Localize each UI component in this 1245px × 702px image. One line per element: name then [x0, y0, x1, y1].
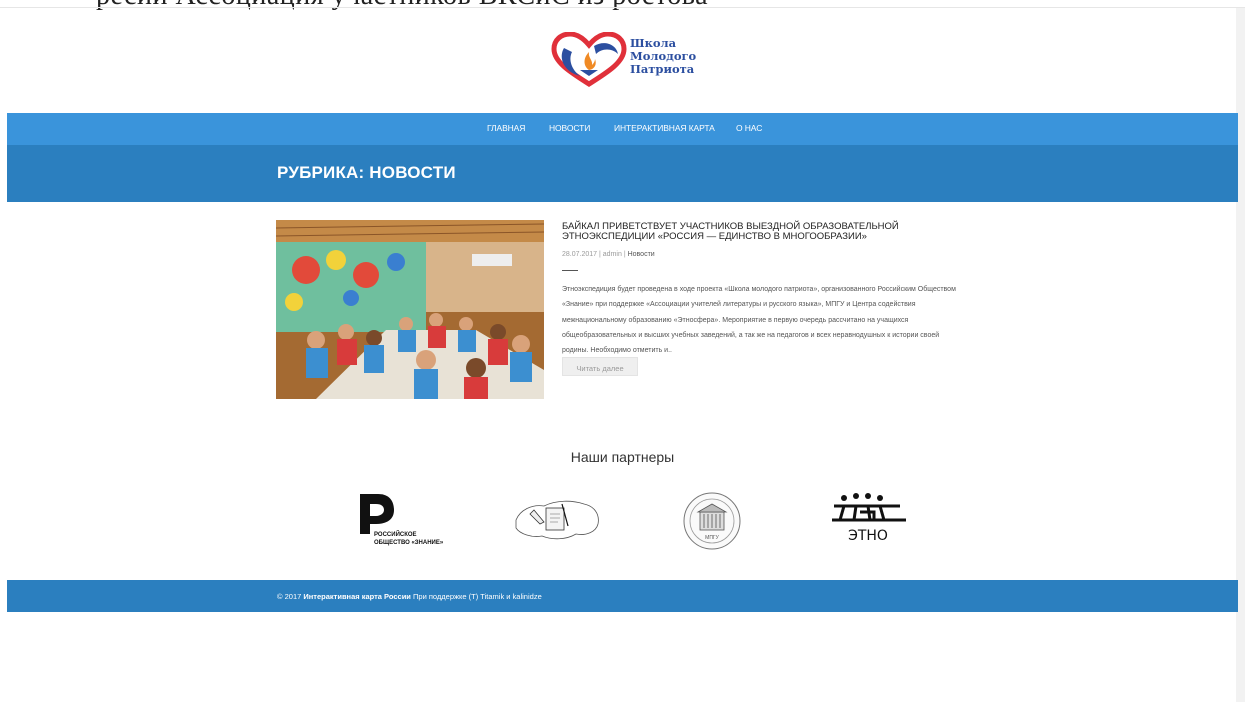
top-divider	[0, 7, 1245, 8]
main-navigation: ГЛАВНАЯ НОВОСТИ ИНТЕРАКТИВНАЯ КАРТА О НА…	[7, 113, 1238, 145]
site-footer: © 2017 Интерактивная карта России При по…	[7, 580, 1238, 612]
etno-logo-icon: ЭТНО	[832, 493, 906, 544]
etno-caption: ЭТНО	[848, 528, 888, 544]
partner-mpgu-logo[interactable]: МПГУ	[680, 490, 744, 552]
footer-support[interactable]: При поддержке (Т) Titamik и kalinidze	[413, 592, 542, 601]
post-excerpt: Этноэкспедиция будет проведена в ходе пр…	[562, 286, 956, 355]
footer-copyright: © 2017	[277, 592, 302, 601]
post-date[interactable]: 28.07.2017	[562, 251, 597, 258]
post-photo	[276, 220, 544, 399]
partner-znanie-logo[interactable]: РОССИЙСКОЕ ОБЩЕСТВО «ЗНАНИЕ»	[356, 490, 456, 552]
post-thumbnail[interactable]	[276, 220, 544, 399]
nav-item-interactive-map[interactable]: ИНТЕРАКТИВНАЯ КАРТА	[614, 123, 715, 133]
post-divider	[562, 270, 578, 271]
page-title: РУБРИКА: НОВОСТИ	[277, 163, 456, 182]
russia-map-book-icon	[515, 500, 599, 540]
znanie-caption-2: ОБЩЕСТВО «ЗНАНИЕ»	[374, 540, 444, 546]
footer-site-link[interactable]: Интерактивная карта России	[303, 592, 411, 601]
post-category[interactable]: Новости	[628, 251, 655, 258]
partner-teachers-association-logo[interactable]	[512, 490, 604, 552]
znanie-logo-icon: РОССИЙСКОЕ ОБЩЕСТВО «ЗНАНИЕ»	[360, 494, 444, 546]
nav-item-news[interactable]: НОВОСТИ	[549, 123, 590, 133]
znanie-caption-1: РОССИЙСКОЕ	[374, 530, 417, 538]
meta-separator: |	[623, 251, 626, 258]
footer-text: © 2017 Интерактивная карта России При по…	[277, 592, 542, 601]
mpgu-seal-icon: МПГУ	[683, 492, 741, 550]
site-logo[interactable]: Школа Молодого Патриота	[550, 31, 710, 90]
post-author[interactable]: admin	[603, 251, 622, 258]
logo-text: Школа Молодого Патриота	[630, 37, 696, 76]
logo-line-3: Патриота	[630, 62, 695, 76]
rubric-header: РУБРИКА: НОВОСТИ	[7, 145, 1238, 202]
post-meta: 28.07.2017 | admin | Новости	[562, 251, 655, 258]
read-more-button[interactable]: Читать далее	[562, 357, 638, 376]
partners-heading: Наши партнеры	[570, 449, 675, 465]
top-partial-text: ресии Ассоциация участников ВКСиС из рос…	[96, 0, 708, 12]
partner-etno-logo[interactable]: ЭТНО	[826, 490, 910, 552]
meta-separator: |	[599, 251, 601, 258]
heart-logo-icon	[551, 31, 627, 87]
nav-item-home[interactable]: ГЛАВНАЯ	[487, 123, 525, 133]
mpgu-seal-text: МПГУ	[705, 535, 719, 541]
post-title-link[interactable]: БАЙКАЛ ПРИВЕТСТВУЕТ УЧАСТНИКОВ ВЫЕЗДНОЙ …	[562, 222, 942, 242]
nav-item-about[interactable]: О НАС	[736, 123, 762, 133]
